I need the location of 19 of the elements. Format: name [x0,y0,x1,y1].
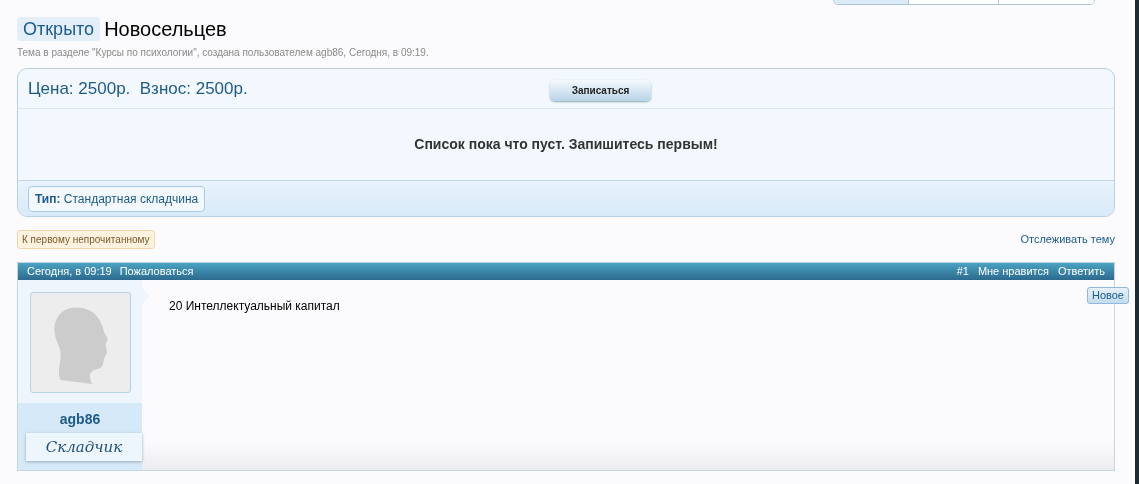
post-number[interactable]: #1 [956,263,969,280]
thread-prefix[interactable]: Открыто [17,17,101,41]
rank-banner: Складчик [26,433,142,461]
username[interactable]: agb86 [59,409,101,430]
post-message: 20 Интеллектуальный капитал [169,298,340,315]
type-chip: Тип: Стандартная складчина [28,185,206,212]
report-link[interactable]: Пожаловаться [119,263,194,280]
watch-thread-link[interactable]: Отслеживать тему [1020,231,1115,248]
join-button[interactable]: Записаться [550,80,651,101]
thread-title: Новосельцев [104,17,227,42]
like-link[interactable]: Мне нравится [977,263,1049,280]
unread-link[interactable]: К первому непрочитанному [17,230,155,249]
price-text: Цена: 2500р. Взнос: 2500р. [28,77,248,100]
new-badge: Новое [1086,287,1129,304]
reply-link[interactable]: Ответить [1057,263,1105,280]
empty-list-message: Список пока что пуст. Запишитесь первым! [414,135,718,154]
thread-description: Тема в разделе "Курсы по психологии", создана пользователем agb86, Сегодня, в 09:19. [17,46,430,60]
post-date[interactable]: Сегодня, в 09:19 [27,263,112,280]
avatar-icon[interactable] [29,292,131,393]
